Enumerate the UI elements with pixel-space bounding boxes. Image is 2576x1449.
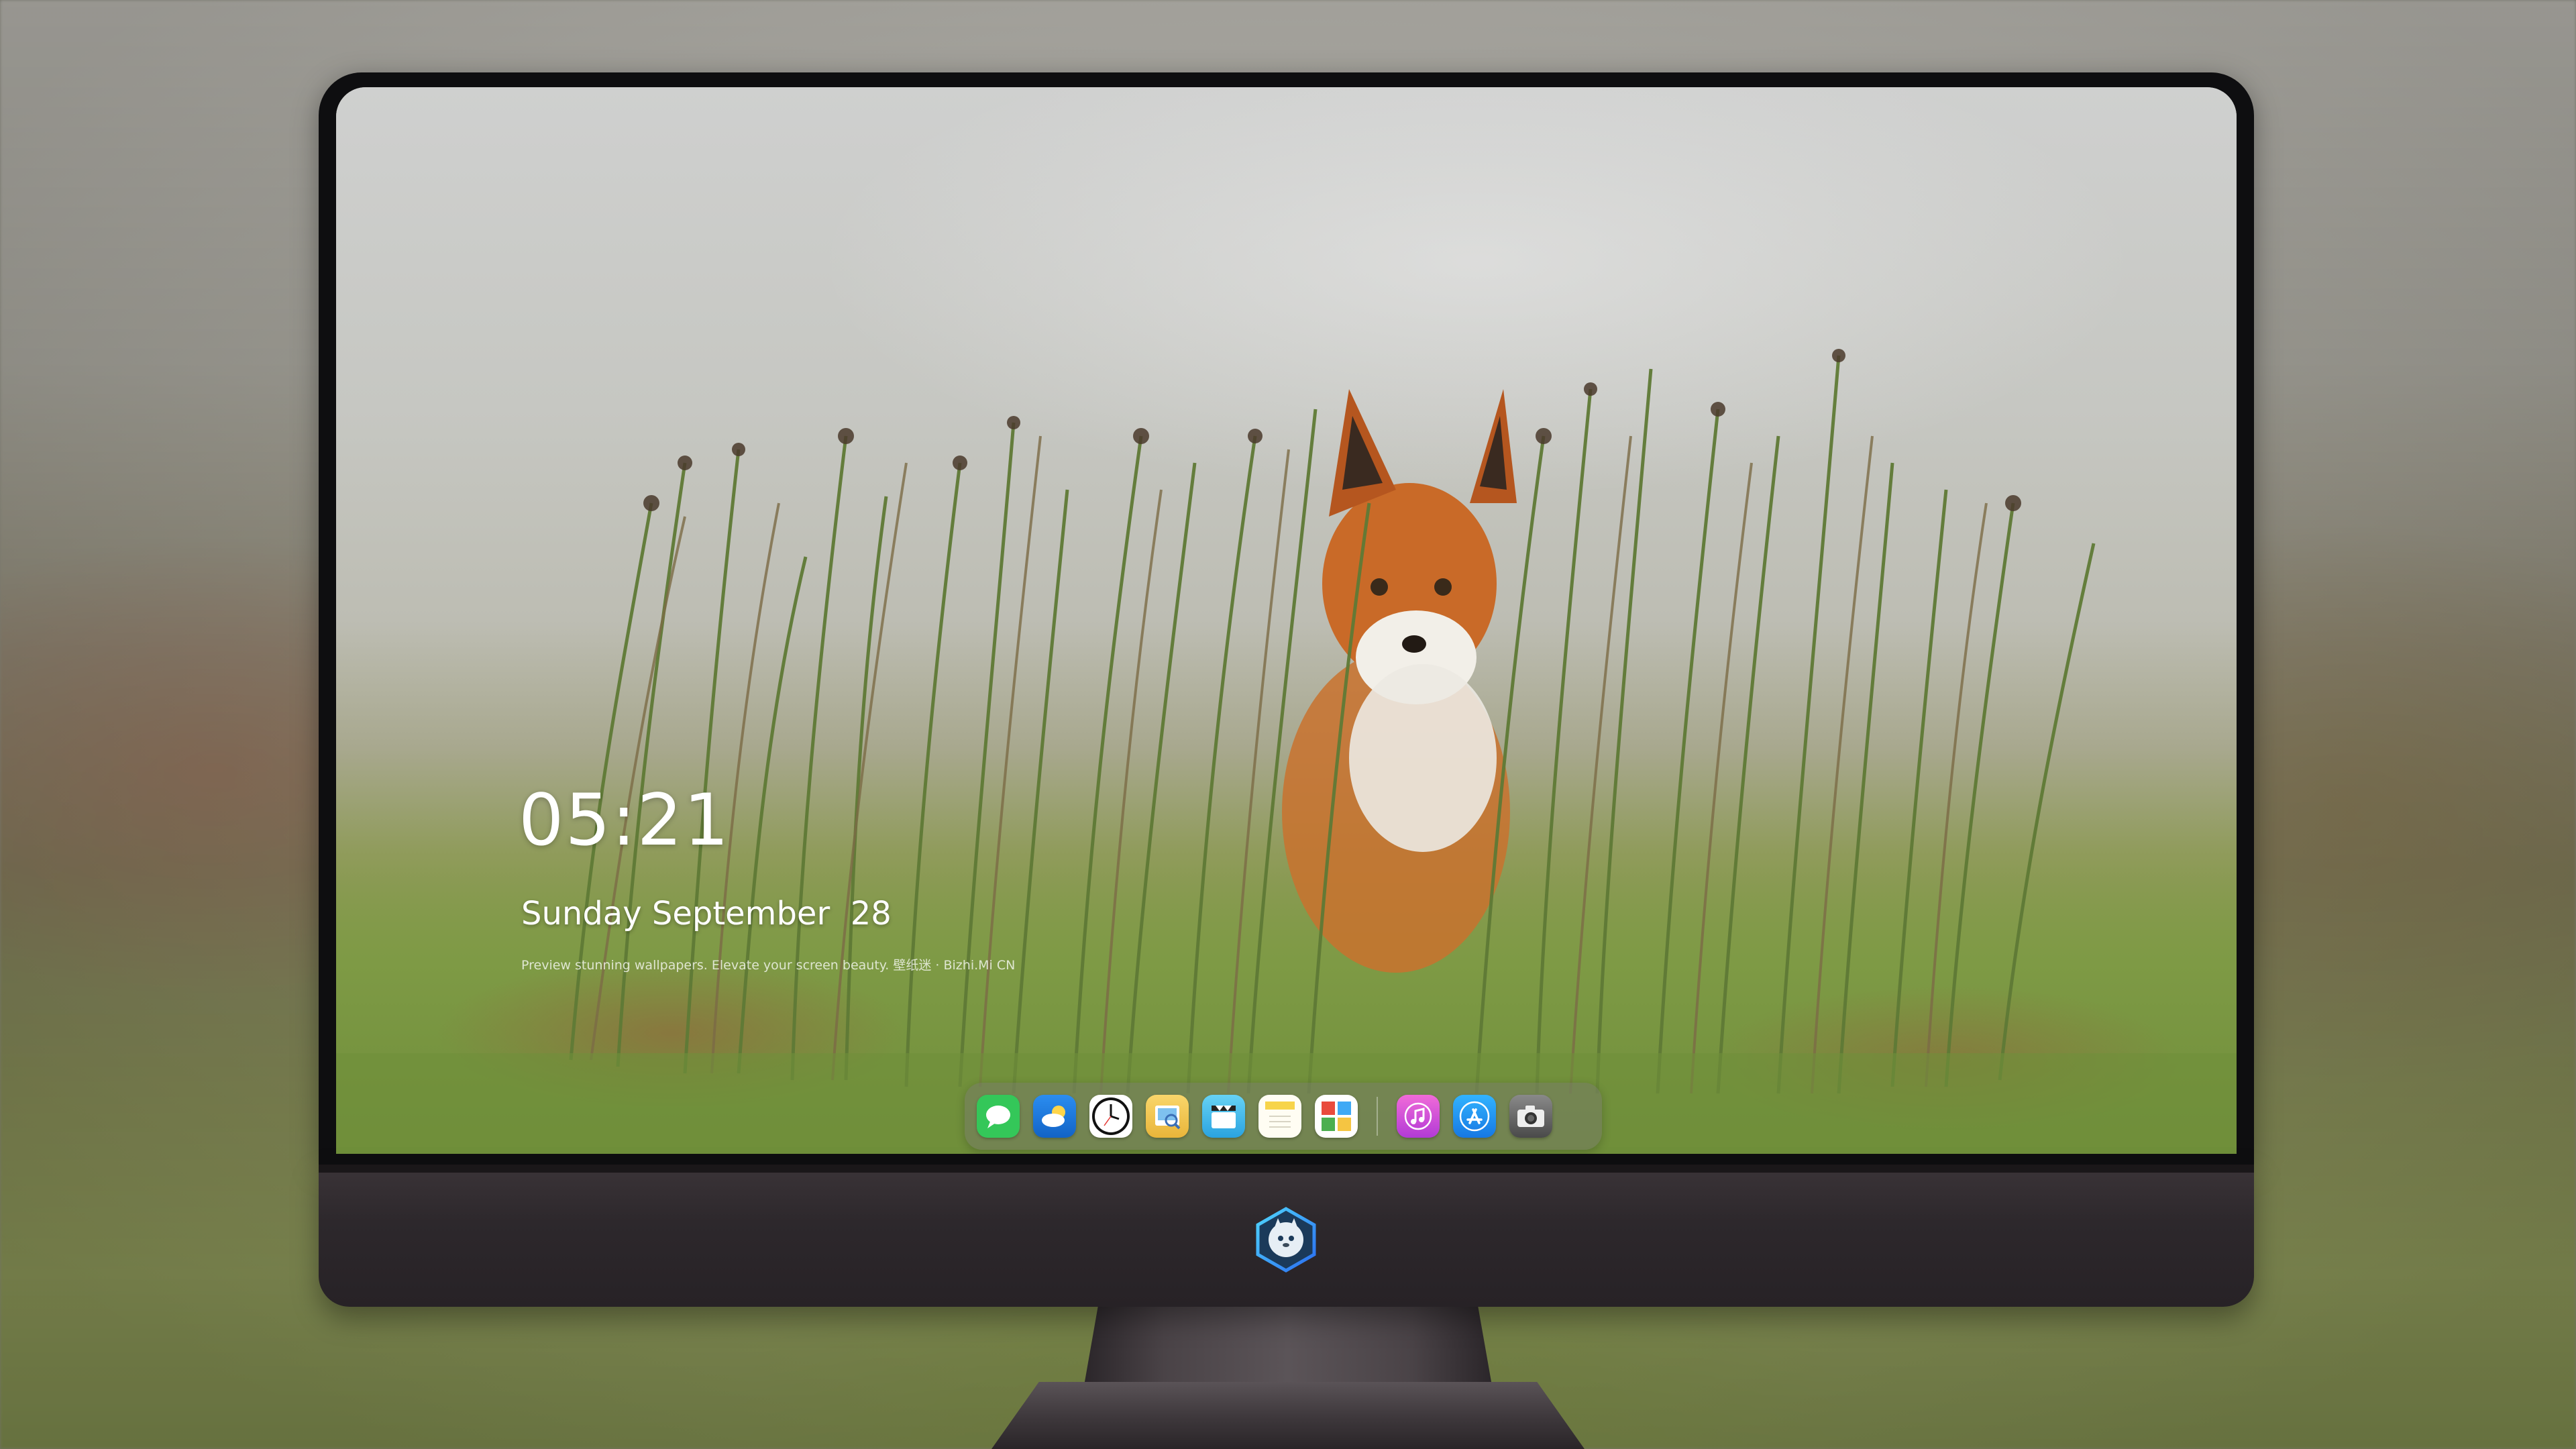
preview-icon[interactable] xyxy=(1146,1095,1189,1138)
weather-icon[interactable] xyxy=(1033,1095,1076,1138)
lock-screen-time: 05:21 xyxy=(519,779,731,861)
fox-illustration xyxy=(1282,389,1517,973)
clips-icon[interactable] xyxy=(1202,1095,1245,1138)
monitor-bezel: 05:21 Sunday September 28 Preview stunni… xyxy=(319,72,2254,1165)
dock xyxy=(965,1083,1602,1150)
messages-icon[interactable] xyxy=(977,1095,1020,1138)
lock-screen-date: Sunday September 28 xyxy=(521,895,892,932)
music-icon[interactable] xyxy=(1397,1095,1440,1138)
photo-booth-icon[interactable] xyxy=(1315,1095,1358,1138)
app-store-icon[interactable] xyxy=(1453,1095,1496,1138)
notes-icon[interactable] xyxy=(1258,1095,1301,1138)
wallpaper-app-logo-icon xyxy=(1256,1207,1316,1273)
camera-icon[interactable] xyxy=(1509,1095,1552,1138)
monitor: 05:21 Sunday September 28 Preview stunni… xyxy=(319,72,2254,1307)
wallpaper-grass-and-fox xyxy=(336,349,2237,1154)
lock-screen-tagline: Preview stunning wallpapers. Elevate you… xyxy=(521,958,1016,973)
dock-divider xyxy=(1377,1097,1378,1136)
monitor-screen: 05:21 Sunday September 28 Preview stunni… xyxy=(336,87,2237,1154)
chin-separator xyxy=(319,1165,2254,1173)
clock-icon[interactable] xyxy=(1089,1095,1132,1138)
monitor-stand-base xyxy=(991,1382,1585,1449)
